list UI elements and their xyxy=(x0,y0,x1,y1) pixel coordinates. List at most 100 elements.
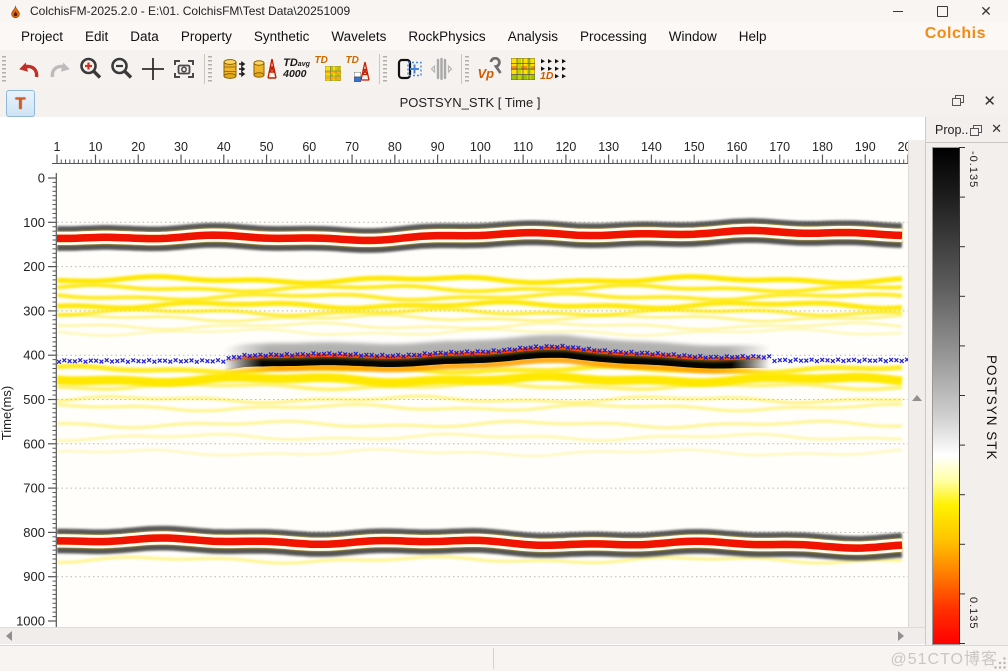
panel-layout-button[interactable] xyxy=(394,54,425,85)
toolbar-separator xyxy=(461,54,462,84)
property-panel: Prop.. ✕ -0.135 0.135 POSTSYN STK xyxy=(925,117,1008,645)
grid-display-button[interactable] xyxy=(507,54,538,85)
color-grid-icon xyxy=(511,58,535,80)
menu-item-analysis[interactable]: Analysis xyxy=(497,25,569,48)
minimize-button[interactable] xyxy=(876,0,920,22)
wiggle-display-button[interactable] xyxy=(425,54,456,85)
vp-tools-button[interactable]: Vp xyxy=(476,54,507,85)
vertical-scrollbar[interactable] xyxy=(908,140,926,644)
close-button[interactable]: ✕ xyxy=(964,0,1008,22)
watermark: @51CTO博客 xyxy=(890,645,998,669)
menu-bar: ProjectEditDataPropertySyntheticWavelets… xyxy=(0,22,1008,50)
toolbar-group-handle xyxy=(465,56,469,82)
svg-text:800: 800 xyxy=(23,525,45,540)
run-1d-icon: 1D xyxy=(539,57,573,81)
svg-text:140: 140 xyxy=(641,140,662,154)
menu-item-data[interactable]: Data xyxy=(119,25,170,48)
redo-icon xyxy=(47,56,73,82)
menu-item-property[interactable]: Property xyxy=(170,25,243,48)
scroll-up-icon[interactable] xyxy=(912,395,922,401)
run-1d-button[interactable]: 1D xyxy=(538,54,574,85)
svg-text:180: 180 xyxy=(812,140,833,154)
menu-item-project[interactable]: Project xyxy=(10,25,74,48)
zoom-in-button[interactable] xyxy=(75,54,106,85)
view-tab-bar: T POSTSYN_STK [ Time ] ✕ xyxy=(0,88,1008,118)
colorbar-gradient xyxy=(932,147,960,645)
zoom-in-icon xyxy=(78,56,104,82)
svg-text:170: 170 xyxy=(769,140,790,154)
seismic-data-button[interactable] xyxy=(219,54,250,85)
panel-close-icon[interactable]: ✕ xyxy=(991,121,1002,137)
crosshair-icon xyxy=(140,56,166,82)
svg-text:400: 400 xyxy=(23,348,45,363)
svg-text:80: 80 xyxy=(388,140,402,154)
svg-text:500: 500 xyxy=(23,392,45,407)
zoom-out-button[interactable] xyxy=(106,54,137,85)
colorbar-ticks xyxy=(959,147,969,644)
menu-item-window[interactable]: Window xyxy=(658,25,728,48)
title-bar: ColchisFM-2025.2.0 - E:\01. ColchisFM\Te… xyxy=(0,0,1008,23)
svg-text:100: 100 xyxy=(470,140,491,154)
seismic-canvas[interactable] xyxy=(57,165,908,627)
svg-text:110: 110 xyxy=(513,140,533,154)
view-close-icon[interactable]: ✕ xyxy=(983,92,996,110)
svg-text:160: 160 xyxy=(727,140,748,154)
status-bar xyxy=(0,645,1008,671)
zoom-out-icon xyxy=(109,56,135,82)
scroll-left-icon[interactable] xyxy=(6,631,12,641)
toolbar-separator xyxy=(379,54,380,84)
td-well-button[interactable]: TD xyxy=(343,54,374,85)
toolbar: TDavg 4000 TD TD xyxy=(0,50,1008,89)
svg-text:Time(ms): Time(ms) xyxy=(0,386,14,440)
menu-item-wavelets[interactable]: Wavelets xyxy=(320,25,397,48)
svg-text:60: 60 xyxy=(302,140,316,154)
y-axis-ruler: 01002003004005006007008009001000Time(ms) xyxy=(0,165,57,627)
panel-float-icon[interactable] xyxy=(970,125,982,136)
svg-text:30: 30 xyxy=(174,140,188,154)
app-flame-icon xyxy=(9,4,22,19)
maximize-icon xyxy=(937,6,948,17)
td-grid-button[interactable]: TD xyxy=(312,54,343,85)
minimize-icon xyxy=(893,11,903,12)
svg-text:130: 130 xyxy=(598,140,619,154)
well-data-button[interactable] xyxy=(250,54,281,85)
menu-item-help[interactable]: Help xyxy=(728,25,778,48)
toolbar-separator xyxy=(204,54,205,84)
menu-item-synthetic[interactable]: Synthetic xyxy=(243,25,321,48)
menu-item-edit[interactable]: Edit xyxy=(74,25,119,48)
svg-text:600: 600 xyxy=(23,436,45,451)
td-average-icon: TDavg 4000 xyxy=(283,58,310,80)
panel-layout-icon xyxy=(396,56,424,82)
svg-text:200: 200 xyxy=(23,259,45,274)
undo-button[interactable] xyxy=(13,54,44,85)
svg-text:1: 1 xyxy=(54,140,61,154)
vp-wrench-icon: Vp xyxy=(478,56,506,82)
toolbar-group-handle xyxy=(208,56,212,82)
colorbar-max-label: 0.135 xyxy=(967,597,979,630)
svg-text:100: 100 xyxy=(23,215,45,230)
float-window-icon[interactable] xyxy=(952,95,964,106)
td-average-button[interactable]: TDavg 4000 xyxy=(281,54,312,85)
property-panel-header: Prop.. ✕ xyxy=(926,119,1008,143)
snapshot-button[interactable] xyxy=(168,54,199,85)
status-divider xyxy=(493,648,494,669)
svg-text:70: 70 xyxy=(345,140,359,154)
horizontal-scrollbar[interactable] xyxy=(0,627,925,644)
svg-text:20: 20 xyxy=(131,140,145,154)
svg-text:10: 10 xyxy=(89,140,103,154)
td-grid-icon: TD xyxy=(315,56,341,82)
x-axis-ruler: 1102030405060708090100110120130140150160… xyxy=(0,138,925,165)
colorbar-name-label: POSTSYN STK xyxy=(984,355,999,461)
redo-button[interactable] xyxy=(44,54,75,85)
menu-item-rockphysics[interactable]: RockPhysics xyxy=(397,25,496,48)
main-area: 1102030405060708090100110120130140150160… xyxy=(0,117,1008,645)
menu-item-processing[interactable]: Processing xyxy=(569,25,658,48)
svg-text:300: 300 xyxy=(23,303,45,318)
td-well-icon: TD xyxy=(346,56,372,82)
colchis-logo: Colchis xyxy=(925,25,986,43)
scroll-right-icon[interactable] xyxy=(898,631,904,641)
crosshair-button[interactable] xyxy=(137,54,168,85)
svg-text:1000: 1000 xyxy=(16,614,45,628)
camera-icon xyxy=(171,56,197,82)
maximize-button[interactable] xyxy=(920,0,964,22)
